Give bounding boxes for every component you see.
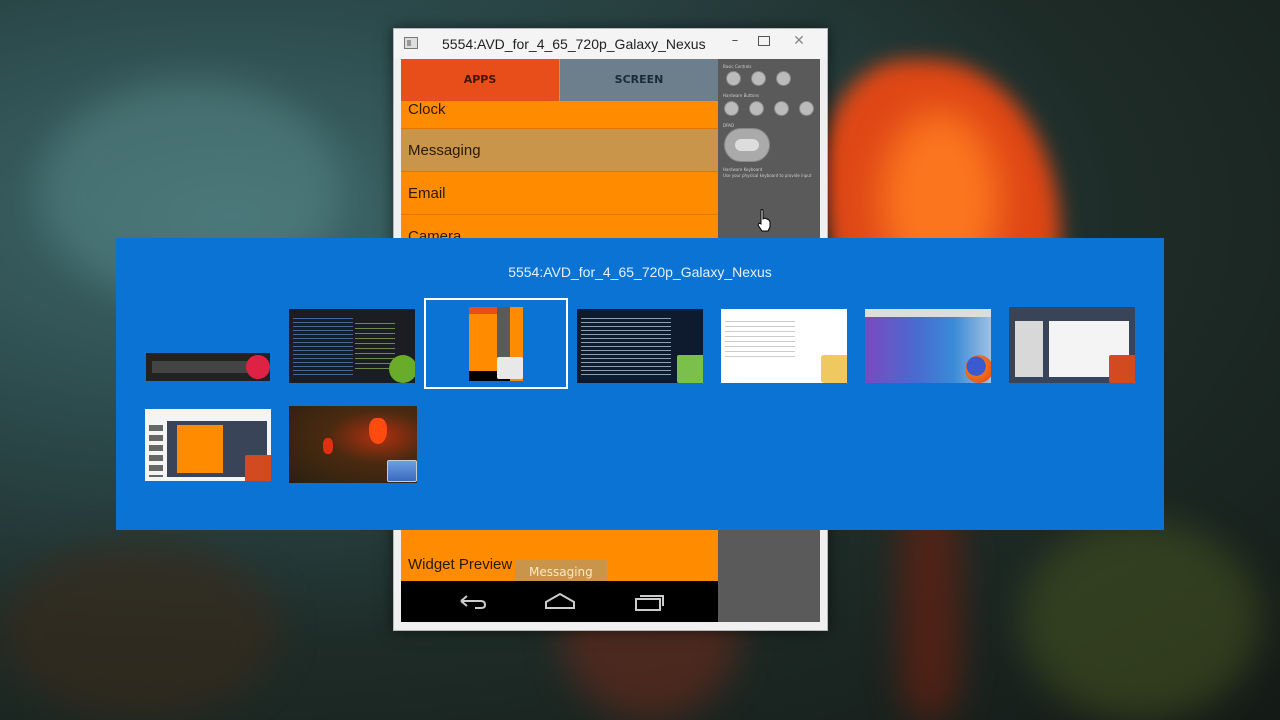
emulator-titlebar[interactable]: 5554:AVD_for_4_65_720p_Galaxy_Nexus – ✕ (394, 29, 827, 59)
app-list-item[interactable]: Messaging (401, 129, 718, 172)
switcher-item-icon: firefox-icon (965, 355, 991, 383)
back-icon[interactable] (455, 590, 489, 612)
window-app-icon (404, 37, 418, 49)
volume-up-button[interactable] (751, 71, 766, 86)
app-list-item[interactable]: Email (401, 172, 718, 215)
keyboard-hint: Use your physical keyboard to provide in… (723, 173, 812, 178)
dpad-label: DPAD (723, 123, 735, 128)
recent-apps-icon[interactable] (632, 590, 666, 612)
home-icon[interactable] (543, 590, 577, 612)
search-icon[interactable] (799, 101, 814, 116)
switcher-item-icon: emulator-icon (497, 357, 523, 379)
switcher-window-thumbnail[interactable]: firefox-icon (865, 309, 991, 383)
menu-hw-button[interactable] (749, 101, 764, 116)
switcher-item-icon: notepad-icon (677, 355, 703, 383)
close-button[interactable]: ✕ (784, 31, 814, 53)
maximize-button[interactable] (748, 31, 778, 53)
app-list-item[interactable]: Clock (401, 101, 718, 129)
android-navbar (401, 581, 718, 622)
switcher-window-thumbnail[interactable]: photo-viewer-icon (289, 406, 417, 483)
switcher-window-thumbnail[interactable]: powerpoint-icon (145, 409, 271, 481)
switcher-item-icon: photo-viewer-icon (387, 460, 417, 482)
switcher-item-icon: recorder-icon (246, 355, 270, 379)
hand-cursor-icon (757, 209, 771, 232)
volume-down-button[interactable] (726, 71, 741, 86)
switcher-title: 5554:AVD_for_4_65_720p_Galaxy_Nexus (508, 264, 772, 280)
switcher-window-thumbnail[interactable]: emulator-icon (469, 307, 523, 381)
back-hw-button[interactable] (774, 101, 789, 116)
switcher-window-thumbnail[interactable]: folder-icon (721, 309, 847, 383)
switcher-window-thumbnail[interactable]: notepad-icon (577, 309, 703, 383)
power-icon[interactable] (776, 71, 791, 86)
tab-screen[interactable]: SCREEN (560, 59, 718, 101)
hardware-keyboard-label: Hardware Keyboard (723, 167, 763, 172)
app-list: Clock Messaging Email Camera (401, 101, 718, 258)
switcher-window-thumbnail[interactable]: powerpoint-icon (1009, 307, 1135, 383)
switcher-item-icon: powerpoint-icon (245, 455, 271, 481)
switcher-item-icon: brackets-icon (389, 355, 415, 383)
dpad-control[interactable] (724, 128, 770, 162)
android-tabs: APPS SCREEN (401, 59, 718, 101)
emulator-window-title: 5554:AVD_for_4_65_720p_Galaxy_Nexus (442, 36, 706, 52)
hardware-buttons-label: Hardware Buttons (723, 93, 760, 98)
switcher-window-thumbnail[interactable]: brackets-icon (289, 309, 415, 383)
switcher-item-icon: folder-icon (821, 355, 847, 383)
switcher-window-thumbnail[interactable]: recorder-icon (146, 353, 270, 381)
tab-apps[interactable]: APPS (401, 59, 559, 101)
basic-controls-label: Basic Controls (723, 64, 752, 69)
switcher-item-icon: powerpoint-icon (1109, 355, 1135, 383)
minimize-button[interactable]: – (720, 31, 750, 53)
task-switcher: 5554:AVD_for_4_65_720p_Galaxy_Nexus reco… (116, 238, 1164, 530)
home-hw-button[interactable] (724, 101, 739, 116)
